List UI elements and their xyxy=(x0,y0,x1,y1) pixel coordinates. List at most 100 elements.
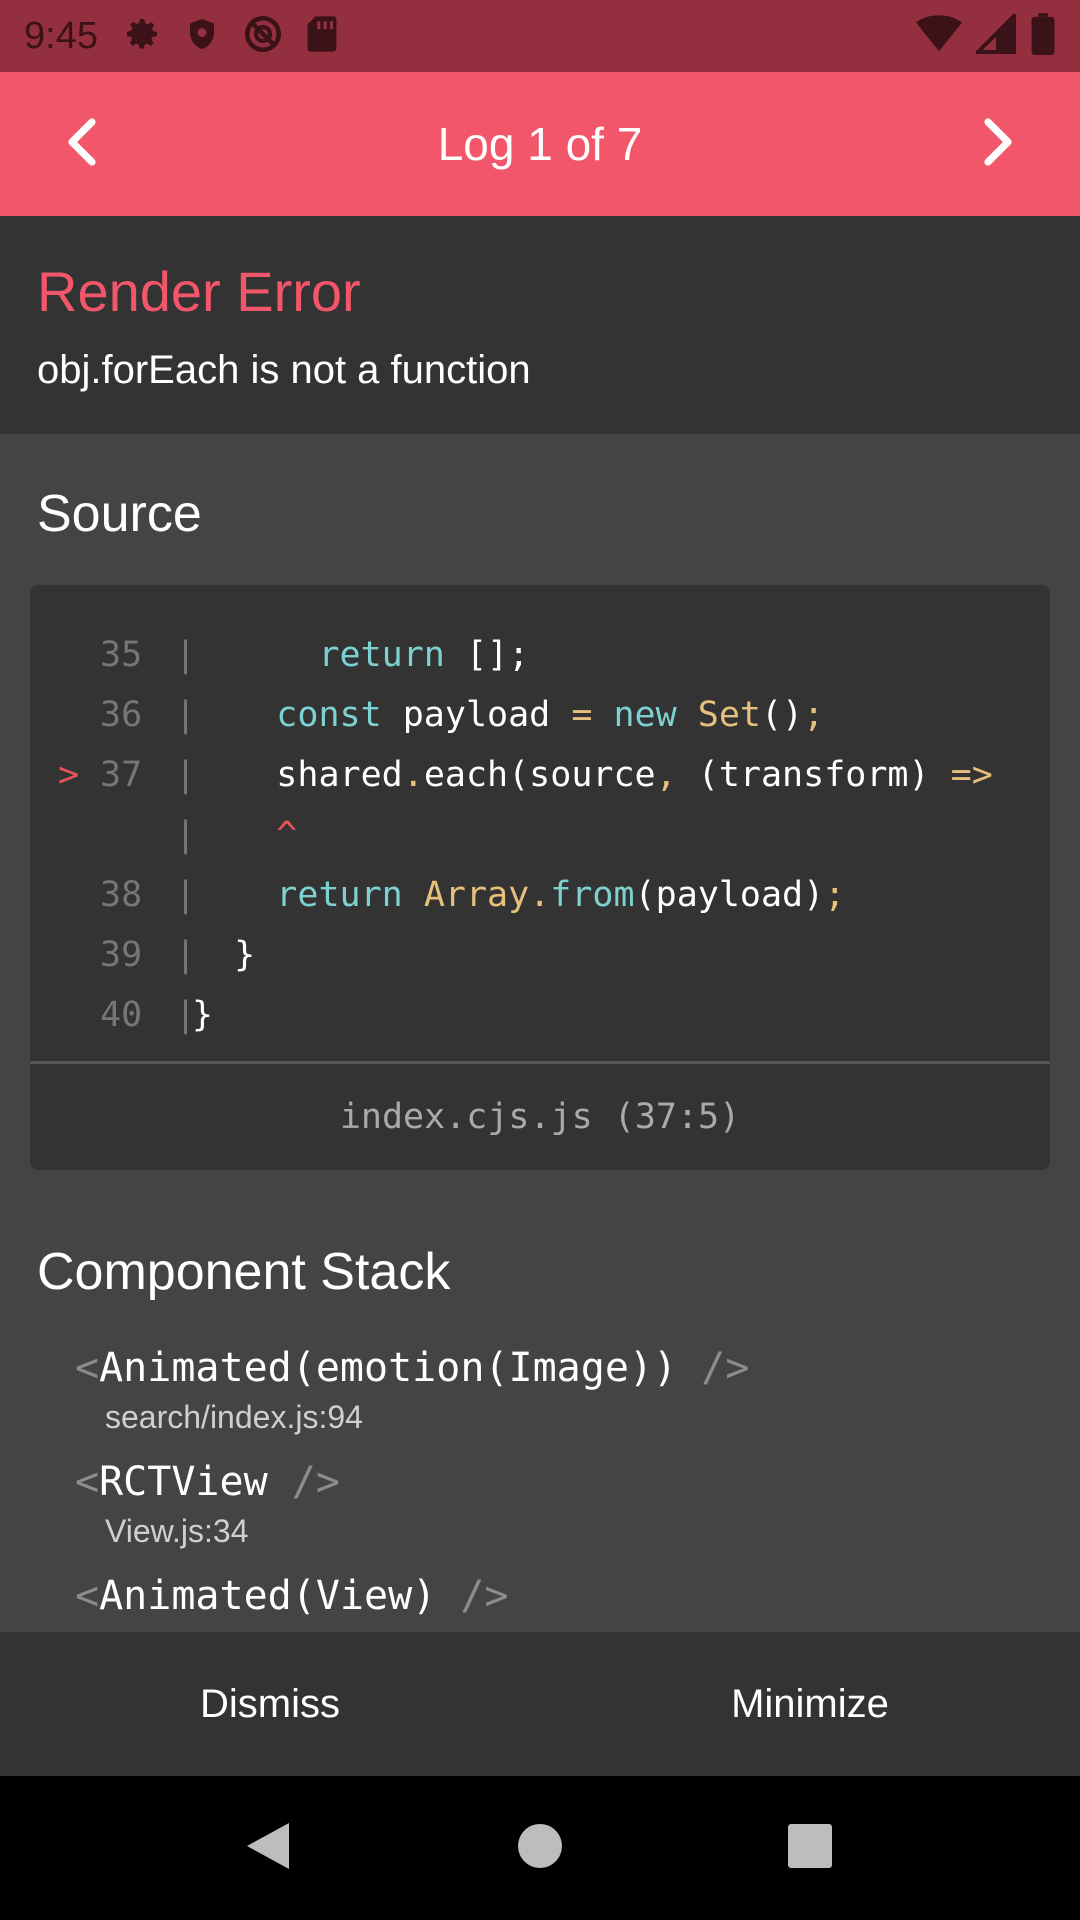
code-token: => xyxy=(950,755,993,795)
code-lines: 35 | return []; 36 | const payload = new Se… xyxy=(30,625,1050,1045)
code-token: . xyxy=(402,755,424,795)
code-token: return xyxy=(318,635,445,675)
system-home-button[interactable] xyxy=(490,1798,590,1898)
code-token: (transform) xyxy=(676,755,951,795)
line-number: 39 xyxy=(100,935,143,975)
system-recents-button[interactable] xyxy=(760,1798,860,1898)
back-triangle-icon xyxy=(245,1821,291,1876)
log-counter-title: Log 1 of 7 xyxy=(437,118,643,170)
code-text: return Array.from(payload); xyxy=(192,865,845,925)
tag-open-bracket: < xyxy=(75,1345,100,1391)
component-name-line: <RCTView /> xyxy=(75,1456,749,1508)
code-token: return xyxy=(276,875,403,915)
code-text: } xyxy=(192,925,255,985)
code-token: , xyxy=(655,755,677,795)
code-token: ; xyxy=(824,875,846,915)
code-line: >37 | shared.each(source, (transform) => xyxy=(30,745,1050,805)
tag-close-bracket: /> xyxy=(436,1573,509,1619)
component-stack-list: <Animated(emotion(Image)) /> search/index… xyxy=(75,1342,749,1632)
component-name: Animated(View) xyxy=(99,1573,437,1619)
code-token: new xyxy=(613,695,677,735)
code-line: 39 | } xyxy=(30,925,1050,985)
dismiss-button[interactable]: Dismiss xyxy=(0,1632,540,1776)
code-token: Array xyxy=(423,875,530,915)
code-text: shared.each(source, (transform) => xyxy=(192,745,993,805)
code-token: = xyxy=(571,695,593,735)
code-line: 36 | const payload = new Set(); xyxy=(30,685,1050,745)
tag-close-bracket: /> xyxy=(267,1459,340,1505)
signal-icon xyxy=(973,10,1016,59)
code-frame[interactable]: 35 | return []; 36 | const payload = new Se… xyxy=(30,585,1050,1170)
shield-icon xyxy=(184,14,220,59)
minimize-button[interactable]: Minimize xyxy=(540,1632,1080,1776)
code-token: ; xyxy=(803,695,825,735)
component-stack-heading: Component Stack xyxy=(37,1243,451,1301)
tag-open-bracket: < xyxy=(75,1573,100,1619)
status-bar: 9:45 xyxy=(0,0,1080,72)
system-navigation-bar xyxy=(0,1776,1080,1920)
log-footer: Dismiss Minimize xyxy=(0,1632,1080,1776)
code-token: payload xyxy=(381,695,572,735)
source-heading: Source xyxy=(37,485,202,543)
code-token: shared xyxy=(276,755,403,795)
code-token: const xyxy=(276,695,382,735)
code-token: each(source xyxy=(423,755,656,795)
code-token: } xyxy=(234,935,256,975)
next-log-button[interactable] xyxy=(928,72,1072,216)
no-tracking-icon xyxy=(242,13,284,60)
code-token: []; xyxy=(444,635,530,675)
error-message-section: Render Error obj.forEach is not a functi… xyxy=(0,216,1080,434)
chevron-right-icon xyxy=(982,116,1018,173)
code-token: Set xyxy=(697,695,761,735)
line-number: 40 xyxy=(100,995,143,1035)
code-text: ^ xyxy=(192,805,297,865)
tag-open-bracket: < xyxy=(75,1459,100,1505)
code-text: const payload = new Set(); xyxy=(192,685,824,745)
code-token: () xyxy=(760,695,804,735)
code-line: | ^ xyxy=(30,805,1050,865)
log-body-scroll[interactable]: Source 35 | return []; 36 | const payload =… xyxy=(0,434,1080,1632)
code-text: } xyxy=(192,985,213,1045)
code-token: from xyxy=(550,875,635,915)
component-location: search/index.js:94 xyxy=(105,1399,363,1435)
line-number: 38 xyxy=(100,875,143,915)
error-message[interactable]: obj.forEach is not a function xyxy=(37,348,1043,393)
component-name-line: <Animated(emotion(Image)) /> xyxy=(75,1342,749,1394)
code-token: } xyxy=(192,995,214,1035)
previous-log-button[interactable] xyxy=(8,72,152,216)
component-stack-item[interactable]: <Animated(View) /> xyxy=(75,1570,749,1622)
component-name-line: <Animated(View) /> xyxy=(75,1570,749,1622)
code-line: 35 | return []; xyxy=(30,625,1050,685)
code-token: ^ xyxy=(276,815,298,855)
tag-close-bracket: /> xyxy=(677,1345,750,1391)
code-line: 38 | return Array.from(payload); xyxy=(30,865,1050,925)
chevron-left-icon xyxy=(62,116,98,173)
status-time: 9:45 xyxy=(24,14,98,57)
system-back-button[interactable] xyxy=(218,1798,318,1898)
line-number: 36 xyxy=(100,695,143,735)
code-token: (payload) xyxy=(634,875,825,915)
component-stack-item[interactable]: <RCTView /> View.js:34 xyxy=(75,1456,749,1552)
code-file-location[interactable]: index.cjs.js (37:5) xyxy=(30,1064,1050,1170)
line-number: 37 xyxy=(100,755,143,795)
log-header: Log 1 of 7 xyxy=(0,72,1080,216)
home-circle-icon xyxy=(517,1823,563,1874)
gear-icon xyxy=(122,14,162,59)
recents-square-icon xyxy=(787,1823,833,1874)
sd-card-icon xyxy=(306,14,338,59)
component-location: View.js:34 xyxy=(105,1513,249,1549)
component-stack-item[interactable]: <Animated(emotion(Image)) /> search/index… xyxy=(75,1342,749,1438)
error-title: Render Error xyxy=(37,260,361,323)
code-text: return []; xyxy=(192,625,529,685)
error-line-marker: > xyxy=(58,755,80,795)
wifi-icon xyxy=(916,14,962,59)
